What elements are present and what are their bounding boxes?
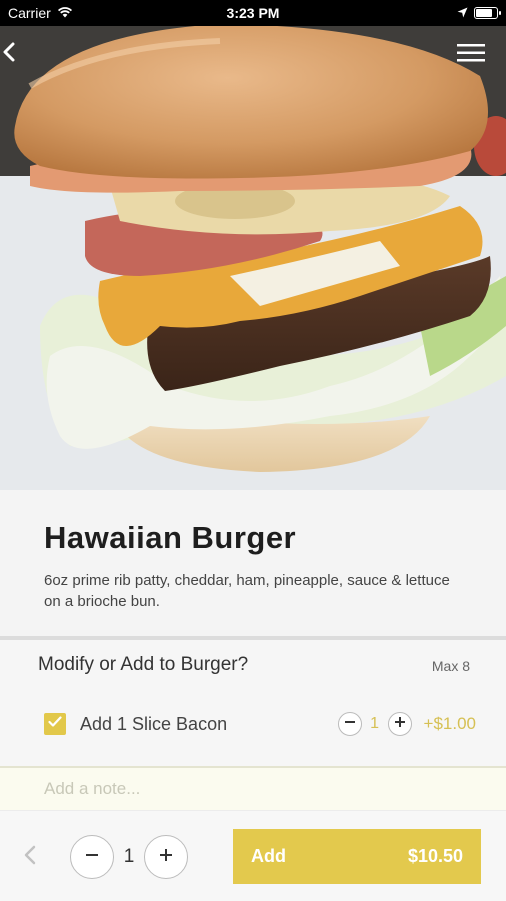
item-details: Hawaiian Burger 6oz prime rib patty, che… [0,490,506,636]
prev-chevron-icon [24,845,36,870]
add-button-total: $10.50 [407,846,463,866]
minus-icon [344,715,356,733]
back-button[interactable] [2,42,42,82]
item-description: 6oz prime rib patty, cheddar, ham, pinea… [44,572,450,610]
hero-image [0,26,506,490]
plus-icon [158,847,174,868]
carrier-label: Carrier [8,5,51,21]
modifier-decrement-button[interactable] [337,712,362,736]
modifiers-heading: Modify or Add to Burger? [38,654,249,675]
add-to-order-button[interactable]: Add $10.50 [233,829,481,884]
burger-photo [0,26,506,490]
modifier-price: +$1.00 [423,714,476,733]
wifi-icon [57,5,73,21]
quantity-increment-button[interactable] [144,835,188,879]
bacon-checkbox[interactable] [44,713,66,735]
modifier-stepper: 1 +$1.00 [337,712,476,736]
modifier-quantity: 1 [370,715,379,732]
status-time: 3:23 PM [226,5,280,21]
modifier-option-label: Add 1 Slice Bacon [80,713,228,734]
modifiers-section: Modify or Add to Burger? Max 8 Add 1 Sli… [0,640,506,766]
battery-icon [474,7,501,19]
quantity-stepper: 1 [70,835,188,879]
modifier-increment-button[interactable] [387,712,412,736]
menu-button[interactable] [456,42,496,82]
location-arrow-icon [457,5,468,21]
quantity-decrement-button[interactable] [70,835,114,879]
plus-icon [394,715,406,733]
check-icon [48,715,62,733]
modifier-option-row: Add 1 Slice Bacon 1 +$1.00 [44,710,476,738]
item-title: Hawaiian Burger [44,520,297,555]
bottom-bar: 1 Add $10.50 [0,810,506,901]
quantity-value: 1 [123,846,135,867]
prev-button[interactable] [18,843,42,871]
status-right [457,5,501,21]
note-input[interactable] [0,768,506,810]
note-container [0,766,506,810]
battery-fill [476,9,493,17]
add-button-label: Add [251,846,286,866]
modifiers-max-label: Max 8 [431,658,470,674]
status-bar: Carrier 3:23 PM [0,0,506,26]
minus-icon [84,847,100,868]
status-left: Carrier [8,5,73,21]
